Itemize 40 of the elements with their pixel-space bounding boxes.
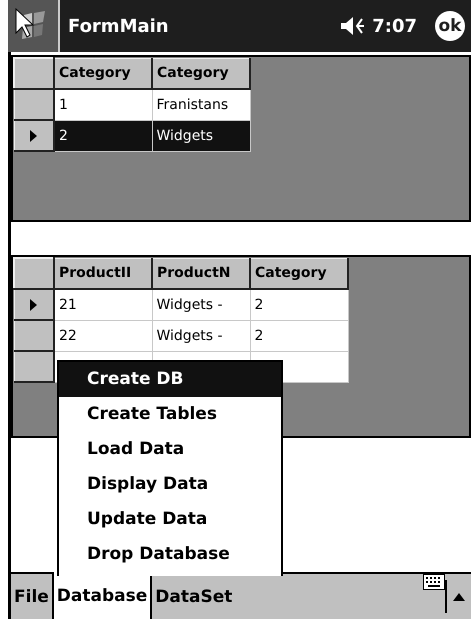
- menu-item[interactable]: Update Data: [59, 502, 281, 537]
- table-cell[interactable]: 2: [250, 289, 348, 320]
- column-header[interactable]: ProductN: [152, 258, 250, 289]
- column-header[interactable]: Category: [250, 258, 348, 289]
- row-header[interactable]: [14, 89, 54, 120]
- window-title: FormMain: [68, 16, 170, 36]
- table-cell[interactable]: 22: [54, 320, 152, 351]
- menu-item[interactable]: Create DB: [59, 362, 281, 397]
- column-header[interactable]: ProductII: [54, 258, 152, 289]
- row-header[interactable]: [14, 320, 54, 351]
- table-cell[interactable]: Widgets: [152, 120, 250, 151]
- menu-item[interactable]: Load Data: [59, 432, 281, 467]
- table-cell[interactable]: Widgets -: [152, 320, 250, 351]
- up-arrow-icon[interactable]: [453, 592, 465, 600]
- table-cell[interactable]: 2: [54, 120, 152, 151]
- menu-bar-item[interactable]: DataSet: [152, 574, 236, 619]
- speaker-icon[interactable]: [340, 16, 366, 36]
- table-cell[interactable]: Widgets -: [152, 289, 250, 320]
- keyboard-icon[interactable]: [423, 574, 445, 590]
- clock-time[interactable]: 7:07: [372, 16, 417, 36]
- table-cell[interactable]: Franistans: [152, 89, 250, 120]
- menu-bar-item[interactable]: Database: [52, 572, 152, 619]
- current-row-pointer-icon: [30, 130, 38, 142]
- table-cell[interactable]: 2: [250, 320, 348, 351]
- row-header[interactable]: [14, 289, 54, 320]
- table-cell[interactable]: 1: [54, 89, 152, 120]
- grid-corner: [14, 58, 54, 89]
- menu-item[interactable]: Create Tables: [59, 397, 281, 432]
- row-header[interactable]: [14, 351, 54, 382]
- start-button[interactable]: [8, 0, 60, 52]
- row-header[interactable]: [14, 120, 54, 151]
- grid-corner: [14, 258, 54, 289]
- current-row-pointer-icon: [30, 298, 38, 310]
- menu-item[interactable]: Display Data: [59, 467, 281, 502]
- table-cell[interactable]: 21: [54, 289, 152, 320]
- column-header[interactable]: Category: [152, 58, 250, 89]
- menu-item[interactable]: Drop Database: [59, 537, 281, 572]
- menu-bar-item[interactable]: File: [11, 574, 52, 619]
- ok-button[interactable]: ok: [435, 11, 465, 41]
- column-header[interactable]: Category: [54, 58, 152, 89]
